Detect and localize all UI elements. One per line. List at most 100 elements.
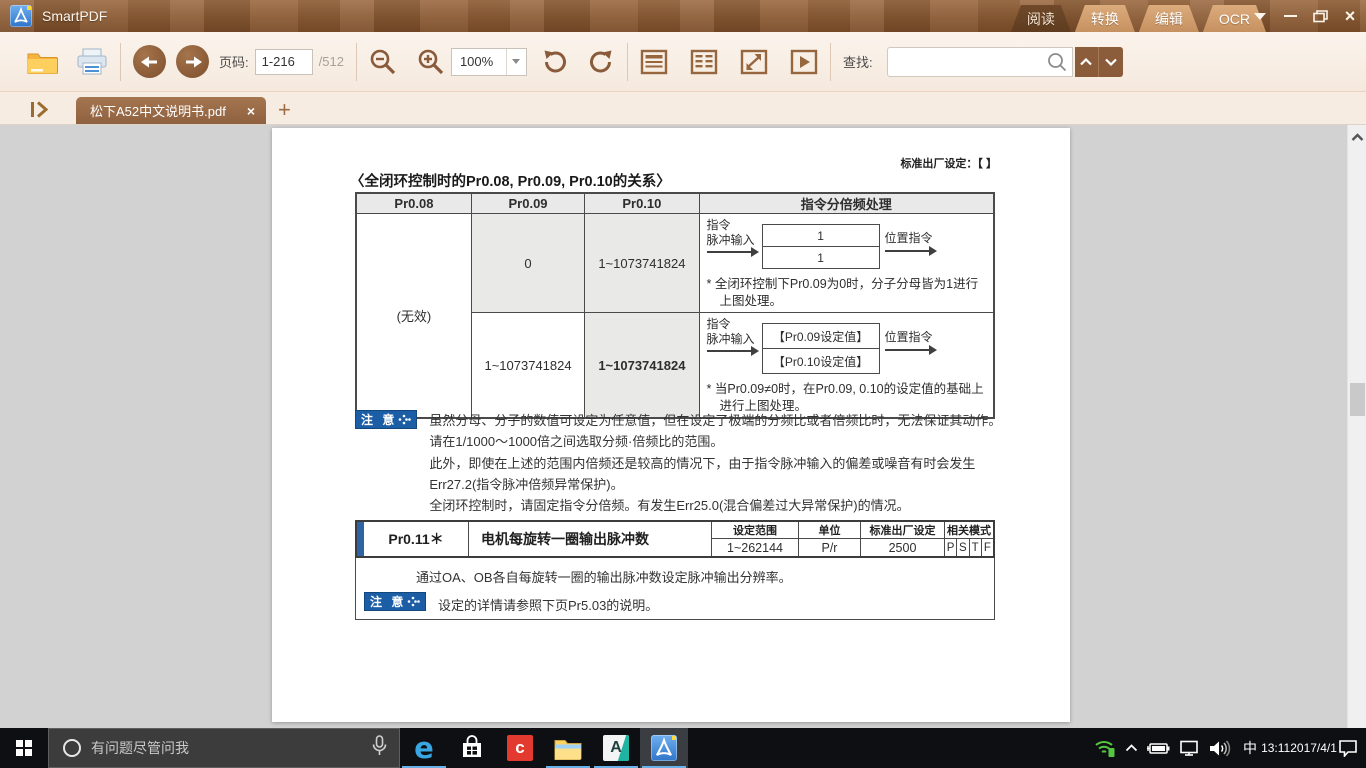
dotted-arrow-icon [398, 413, 411, 426]
taskbar-search[interactable] [48, 728, 400, 768]
action-center-icon[interactable] [1338, 739, 1358, 757]
notice-line: 此外，即使在上述的范围内倍频还是较高的情况下，由于指令脉冲输入的偏差或噪音有时会… [429, 453, 1001, 474]
scroll-up-icon[interactable] [1351, 129, 1364, 147]
notice-badge: 注 意 [355, 410, 417, 429]
single-page-view-button[interactable] [640, 49, 668, 75]
tab-edit[interactable]: 编辑 [1139, 5, 1199, 32]
fit-screen-button[interactable] [740, 49, 768, 75]
volume-icon[interactable] [1209, 740, 1231, 757]
separator [120, 43, 121, 81]
zoom-in-button[interactable] [417, 48, 445, 76]
mode-p: P [945, 539, 956, 556]
tab-edit-label: 编辑 [1155, 9, 1183, 29]
spec-modes-values: P S T F [945, 539, 993, 556]
chevron-down-icon[interactable] [506, 49, 526, 75]
ime-indicator[interactable]: 中 [1240, 738, 1260, 758]
arrow-right-icon [885, 349, 935, 351]
network-icon[interactable] [1179, 740, 1200, 756]
arrow-right-icon [184, 55, 202, 69]
cell-pr010-r1: 1~1073741824 [585, 214, 699, 313]
notice-badge-label: 注 意 [370, 593, 406, 610]
smartpdf-logo-icon [10, 5, 32, 27]
denominator: 1 [763, 247, 879, 268]
notification-dot [27, 6, 31, 10]
restore-button[interactable] [1312, 8, 1328, 24]
parameter-id: Pr0.11＊ [364, 522, 469, 556]
find-input-wrap [887, 47, 1073, 77]
page-number-input[interactable] [255, 49, 313, 75]
document-viewport[interactable]: 标准出厂设定：【 】 〈全闭环控制时的Pr0.08, Pr0.09, Pr0.1… [0, 125, 1366, 728]
next-page-button[interactable] [176, 45, 209, 78]
document-tab-title: 松下A52中文说明书.pdf [90, 101, 244, 120]
red-app-icon: c [507, 735, 533, 761]
play-icon [790, 49, 818, 75]
section-title: 〈全闭环控制时的Pr0.08, Pr0.09, Pr0.10的关系〉 [350, 170, 671, 191]
mode-s: S [956, 539, 968, 556]
spec-range-value: 1~262144 [712, 539, 798, 556]
taskbar-search-input[interactable] [91, 740, 372, 756]
menu-dropdown-icon[interactable] [1252, 8, 1268, 24]
titlebar: SmartPDF 阅读 转换 编辑 OCR × [0, 0, 1366, 32]
mode-f: F [981, 539, 993, 556]
numerator: 【Pr0.09设定值】 [763, 324, 879, 349]
taskbar-app-autocad[interactable]: A [592, 728, 640, 768]
new-tab-button[interactable]: + [278, 100, 291, 120]
find-input[interactable] [887, 47, 1073, 77]
prev-page-button[interactable] [133, 45, 166, 78]
taskbar-clock[interactable]: 13:11 2017/4/1 [1269, 741, 1329, 756]
zoom-out-button[interactable] [369, 48, 397, 76]
two-page-icon [690, 49, 718, 75]
minimize-button[interactable] [1282, 8, 1298, 24]
scrollbar-thumb[interactable] [1350, 383, 1365, 416]
dotted-arrow-icon [407, 595, 420, 608]
find-label: 查找: [843, 52, 873, 71]
taskbar-app-store[interactable] [448, 728, 496, 768]
notice-line: 虽然分母、分子的数值可设定为任意值，但在设定了极端的分频比或者倍频比时，无法保证… [429, 410, 1001, 431]
pulse-diagram: 指令 脉冲输入 1 1 位置指令 [707, 218, 986, 269]
two-page-view-button[interactable] [690, 49, 718, 75]
numerator: 1 [763, 225, 879, 247]
sidebar-toggle-button[interactable] [30, 101, 50, 118]
document-tabbar: 松下A52中文说明书.pdf × + [0, 92, 1366, 125]
taskbar-app-smartpdf[interactable] [640, 728, 688, 768]
close-button[interactable]: × [1342, 8, 1358, 24]
rotate-ccw-button[interactable] [541, 48, 569, 76]
find-next-button[interactable] [1099, 47, 1123, 77]
document-tab[interactable]: 松下A52中文说明书.pdf × [76, 97, 266, 124]
parameter-notice-text: 设定的详情请参照下页Pr5.03的说明。 [438, 595, 658, 614]
find-previous-button[interactable] [1075, 47, 1099, 77]
rotate-ccw-icon [541, 48, 569, 76]
header-pr008: Pr0.08 [356, 193, 471, 214]
separator [830, 43, 831, 81]
tray-chevron-up-icon[interactable] [1125, 744, 1138, 752]
wifi-icon[interactable] [1094, 739, 1116, 757]
file-explorer-icon [554, 737, 582, 760]
start-button[interactable] [0, 728, 48, 768]
tab-read[interactable]: 阅读 [1011, 5, 1071, 32]
header-process: 指令分倍频处理 [699, 193, 994, 214]
tab-close-icon[interactable]: × [244, 103, 258, 119]
denominator: 【Pr0.10设定值】 [763, 349, 879, 373]
zoom-level-select[interactable]: 100% [451, 48, 527, 76]
vertical-scrollbar[interactable] [1347, 125, 1366, 728]
battery-icon[interactable] [1147, 742, 1170, 755]
windows-logo-icon [16, 740, 32, 756]
table-header-row: Pr0.08 Pr0.09 Pr0.10 指令分倍频处理 [356, 193, 994, 214]
taskbar-app-red[interactable]: c [496, 728, 544, 768]
tab-ocr-label: OCR [1219, 11, 1250, 27]
microphone-icon[interactable] [372, 735, 387, 761]
arrow-left-icon [141, 55, 159, 69]
cell-pr009-r2: 1~1073741824 [471, 313, 584, 419]
pulse-diagram: 指令 脉冲输入 【Pr0.09设定值】 【Pr0.10设定值】 位置指令 [707, 317, 986, 374]
rotate-cw-button[interactable] [587, 48, 615, 76]
output-label: 位置指令 [885, 330, 935, 345]
cortana-icon [63, 739, 81, 757]
tab-read-label: 阅读 [1027, 9, 1055, 29]
open-file-button[interactable] [26, 49, 58, 75]
factory-setting-note: 标准出厂设定：【 】 [900, 155, 997, 171]
print-button[interactable] [76, 48, 108, 76]
taskbar-app-explorer[interactable] [544, 728, 592, 768]
presentation-button[interactable] [790, 49, 818, 75]
taskbar-app-edge[interactable]: e [400, 728, 448, 768]
tab-convert[interactable]: 转换 [1075, 5, 1135, 32]
